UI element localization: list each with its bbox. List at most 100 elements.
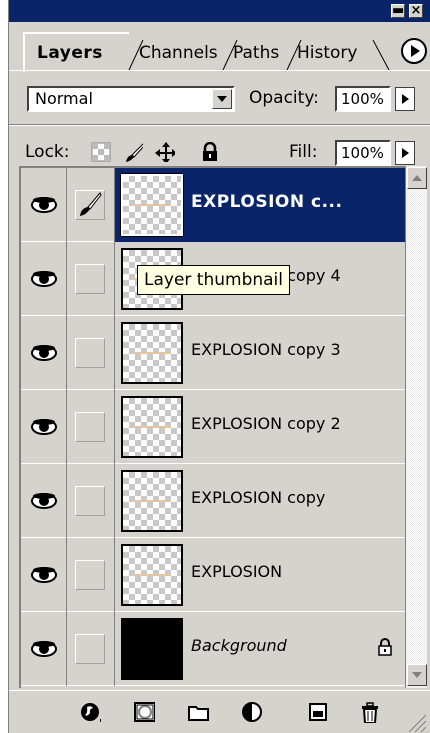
palette-menu-button[interactable] [401,38,427,64]
opacity-label: Opacity: [249,88,319,108]
eye-icon [31,567,57,583]
link-brush-cell[interactable] [67,390,115,464]
move-lock-icon[interactable] [155,142,175,162]
padlock-icon[interactable] [201,142,221,162]
visibility-toggle[interactable] [21,538,67,612]
brush-box [75,190,105,220]
layer-name-cell[interactable]: EXPLOSION copy 3 [115,316,405,390]
adjustment-layer-icon[interactable] [241,701,263,723]
visibility-toggle[interactable] [21,464,67,538]
blend-mode-select[interactable]: Normal [27,86,235,112]
layer-row[interactable]: EXPLOSION copy 2 [21,390,405,464]
layer-name: EXPLOSION copy 2 [191,414,341,433]
layer-thumbnail[interactable] [121,470,183,532]
visibility-toggle[interactable] [21,316,67,390]
close-icon: × [410,3,422,18]
tab-paths[interactable]: Paths [233,38,279,68]
brush-box [75,560,105,590]
tab-history[interactable]: History [297,38,357,68]
mask-icon[interactable] [133,701,155,723]
tab-baseline [9,70,430,71]
layer-name: EXPLOSION c... [191,192,343,212]
layer-thumbnail[interactable] [120,173,184,237]
chevron-down-icon[interactable] [212,89,232,109]
scroll-down-button[interactable] [407,664,427,686]
eye-icon [31,197,57,213]
bottom-toolbar [9,690,430,733]
layer-thumbnail[interactable] [121,544,183,606]
new-layer-icon[interactable] [307,701,329,723]
eye-icon [31,641,57,657]
eye-icon [31,419,57,435]
layer-name-cell[interactable]: EXPLOSION copy [115,464,405,538]
layers-palette: ▬ × Layers Channels Paths History Normal… [8,0,430,733]
visibility-toggle[interactable] [21,390,67,464]
padlock-icon [378,638,392,656]
visibility-toggle[interactable] [21,242,67,316]
tab-channels[interactable]: Channels [139,38,218,68]
visibility-toggle[interactable] [21,168,67,242]
scroll-up-button[interactable] [407,167,427,189]
layer-name: Background [191,636,287,655]
close-button[interactable]: × [409,4,423,18]
fill-label: Fill: [289,142,318,162]
eye-icon [31,345,57,361]
brush-box [75,412,105,442]
transparency-lock-icon[interactable] [91,142,111,162]
layers-scrollbar[interactable] [405,166,427,688]
brush-box [75,264,105,294]
layer-thumbnail[interactable] [121,322,183,384]
eye-icon [31,271,57,287]
link-brush-cell[interactable] [67,168,115,242]
layer-thumbnail[interactable] [121,396,183,458]
minimize-icon: ▬ [392,3,405,18]
resize-grip-icon[interactable] [405,711,427,733]
link-brush-cell[interactable] [67,464,115,538]
opacity-slider-arrow[interactable] [395,87,415,111]
brush-lock-icon[interactable] [123,142,143,162]
link-brush-cell[interactable] [67,612,115,686]
trash-icon[interactable] [359,701,381,723]
brush-box [75,634,105,664]
layer-name-cell[interactable]: EXPLOSION [115,538,405,612]
layer-row[interactable]: EXPLOSION c... [21,168,405,242]
thumbnail-streak [133,574,171,576]
link-brush-cell[interactable] [67,538,115,612]
layer-row[interactable]: EXPLOSION [21,538,405,612]
link-brush-cell[interactable] [67,316,115,390]
layer-name: EXPLOSION copy 3 [191,340,341,359]
minimize-button[interactable]: ▬ [391,4,405,18]
new-set-icon[interactable] [187,701,209,723]
thumbnail-streak [133,204,171,206]
tab-separator [372,39,390,70]
tab-layers[interactable]: Layers [37,38,103,68]
layer-name-cell[interactable]: EXPLOSION copy 2 [115,390,405,464]
layer-name: EXPLOSION [191,562,283,581]
thumbnail-streak [133,500,171,502]
fill-input[interactable]: 100% [335,140,391,166]
layer-name: EXPLOSION copy [191,488,326,507]
lock-label: Lock: [25,142,70,162]
layer-name-cell[interactable]: EXPLOSION c... [115,168,405,242]
blend-mode-value: Normal [35,89,93,108]
options-divider [9,124,430,126]
layers-list: EXPLOSION c... EXPLOSION copy 4 EXPLOSIO… [19,166,405,688]
tooltip: Layer thumbnail [137,265,291,295]
link-brush-cell[interactable] [67,242,115,316]
fill-slider-arrow[interactable] [395,141,415,165]
brush-icon [80,192,102,216]
brush-box [75,486,105,516]
visibility-toggle[interactable] [21,612,67,686]
thumbnail-streak [133,426,171,428]
layer-row[interactable]: EXPLOSION copy [21,464,405,538]
layer-style-icon[interactable] [79,701,101,723]
thumbnail-streak [133,352,171,354]
layer-name-cell[interactable]: Background [115,612,405,686]
eye-icon [31,493,57,509]
palette-title-bar[interactable]: ▬ × [9,0,430,22]
layer-row-background[interactable]: Background [21,612,405,686]
opacity-input[interactable]: 100% [335,86,391,112]
layer-row[interactable]: EXPLOSION copy 3 [21,316,405,390]
layer-thumbnail[interactable] [121,618,183,680]
tab-row: Layers Channels Paths History [9,22,430,72]
